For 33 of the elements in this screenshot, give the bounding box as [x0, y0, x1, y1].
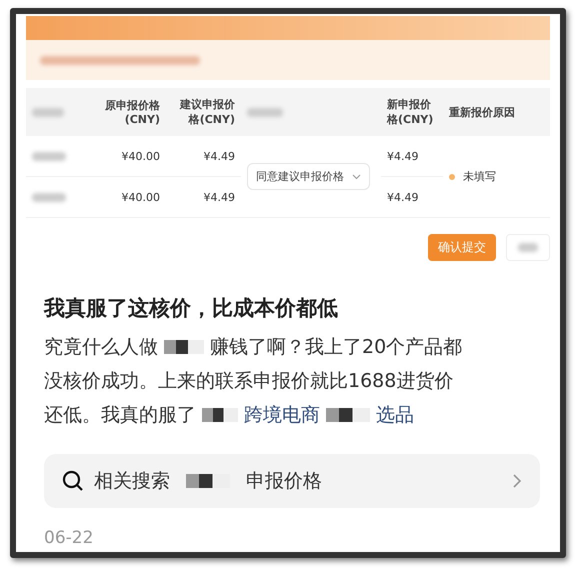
column-header: 新申报价格(CNY) — [387, 97, 434, 127]
post-text: 赚钱了啊？我上了20个产品都 — [210, 335, 462, 360]
table-cell: ¥4.49 — [204, 190, 235, 204]
table-cell: ¥4.49 — [387, 150, 418, 162]
hashtag-link[interactable]: 选品 — [376, 398, 414, 432]
table-cell: ¥40.00 — [122, 190, 160, 204]
hashtag-link[interactable]: 跨境电商 — [244, 398, 320, 432]
table-cell: ¥4.49 — [387, 190, 418, 204]
table-cell: ¥4.49 — [204, 150, 235, 162]
chevron-right-icon — [512, 473, 522, 489]
search-icon — [62, 470, 84, 492]
column-header: 原申报价格(CNY) — [104, 98, 160, 126]
blurred-text — [32, 192, 66, 202]
blurred-text — [32, 108, 64, 116]
cancel-button[interactable] — [506, 234, 550, 261]
post-title: 我真服了这核价，比成本价都低 — [44, 295, 339, 322]
post-text: 没核价成功。上来的联系申报价就比1688进货价 — [44, 369, 454, 394]
related-search-bar[interactable]: 相关搜索 申报价格 — [44, 454, 540, 508]
table-cell: ¥40.00 — [122, 150, 160, 162]
blurred-text — [247, 108, 283, 116]
redaction-mosaic — [164, 340, 204, 354]
redaction-mosaic — [326, 408, 370, 422]
column-header: 建议申报价格(CNY) — [178, 97, 235, 127]
redaction-mosaic — [202, 408, 238, 422]
redaction-mosaic — [186, 474, 230, 488]
post-text: 还低。我真的服了 — [44, 403, 196, 428]
post-date: 06-22 — [44, 528, 94, 548]
action-select[interactable]: 同意建议申报价格 — [247, 163, 370, 190]
blurred-text — [32, 152, 66, 160]
column-header: 重新报价原因 — [449, 104, 515, 120]
chevron-down-icon — [352, 174, 361, 180]
post-text: 究竟什么人做 — [44, 335, 158, 360]
status-text: 未填写 — [463, 169, 496, 184]
